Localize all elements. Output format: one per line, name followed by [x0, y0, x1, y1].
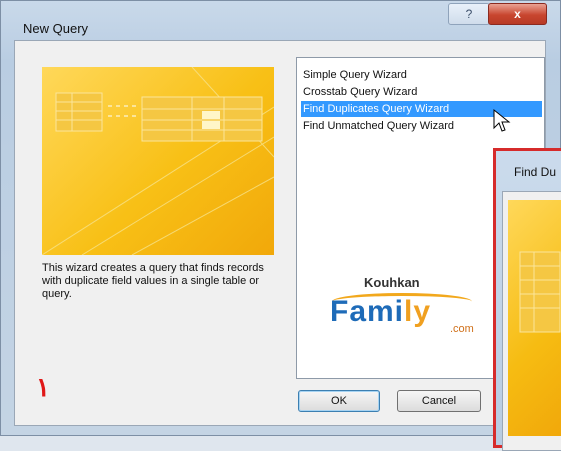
find-duplicates-preview-image — [508, 200, 561, 436]
watermark-main-a: Fami — [330, 295, 405, 328]
list-item-find-unmatched-query-wizard[interactable]: Find Unmatched Query Wizard — [301, 118, 458, 134]
mouse-cursor-icon — [493, 108, 511, 132]
wizard-preview-image — [42, 67, 274, 255]
cancel-button[interactable]: Cancel — [397, 390, 481, 412]
help-button[interactable]: ? — [448, 3, 490, 25]
watermark-main-text: Family — [330, 295, 431, 329]
preview-illustration — [42, 67, 274, 255]
kouhkan-family-watermark: Kouhkan Family .com — [322, 275, 492, 355]
close-button[interactable]: x — [488, 3, 547, 25]
step-number-marker: ۱ — [36, 372, 50, 402]
watermark-top-text: Kouhkan — [364, 275, 420, 290]
title-bar[interactable]: New Query ? x — [1, 1, 561, 41]
find-duplicates-window-title: Find Du — [514, 165, 557, 179]
ok-button[interactable]: OK — [298, 390, 380, 412]
watermark-main-b: ly — [404, 295, 432, 328]
wizard-description: This wizard creates a query that finds r… — [42, 262, 264, 300]
find-duplicates-preview-illustration — [519, 251, 561, 333]
watermark-suffix: .com — [450, 323, 474, 335]
table-icon-left — [55, 92, 103, 132]
window-title: New Query — [23, 21, 89, 36]
list-item-simple-query-wizard[interactable]: Simple Query Wizard — [301, 67, 411, 83]
list-item-crosstab-query-wizard[interactable]: Crosstab Query Wizard — [301, 84, 421, 100]
